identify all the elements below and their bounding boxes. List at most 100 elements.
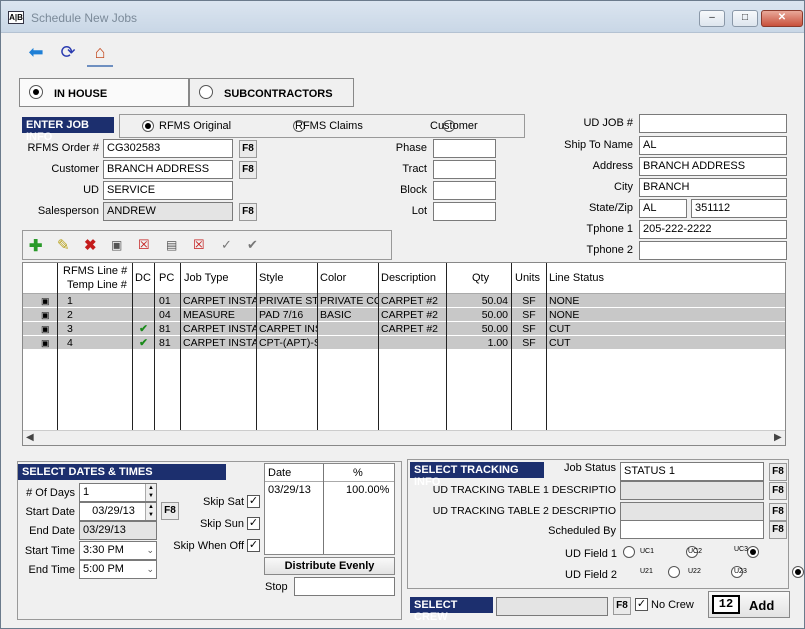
skip-sat-checkbox[interactable]: ✓	[247, 495, 260, 508]
untag-icon[interactable]: ☒	[138, 237, 150, 253]
ud-tracking2-input[interactable]	[620, 502, 764, 521]
cell-description: CARPET #2	[381, 295, 438, 307]
job-status-input[interactable]: STATUS 1	[620, 462, 764, 481]
distribute-evenly-button[interactable]: Distribute Evenly	[264, 557, 395, 575]
subcontractors-radio[interactable]	[199, 85, 213, 99]
customer-f8-button[interactable]: F8	[239, 161, 257, 179]
cell-pc: 01	[159, 295, 171, 307]
customer-input[interactable]: BRANCH ADDRESS	[103, 160, 233, 179]
tab-subcontractors[interactable]: SUBCONTRACTORS	[189, 78, 354, 107]
zip-input[interactable]: 351112	[691, 199, 787, 218]
tphone2-input[interactable]	[639, 241, 787, 260]
start-date-spinner[interactable]: ▲ ▼	[145, 503, 156, 520]
add-button[interactable]: 12 Add	[708, 591, 790, 618]
salesperson-input[interactable]: ANDREW	[103, 202, 233, 221]
tract-input[interactable]	[433, 160, 496, 179]
table-row[interactable]: ▣ 2 04 MEASURE PAD 7/16 BASIC CARPET #2 50.00 SF…	[23, 308, 785, 322]
check-all-icon[interactable]: ✔	[247, 237, 258, 253]
num-days-spinner[interactable]: ▲ ▼	[145, 484, 156, 501]
lot-input[interactable]	[433, 202, 496, 221]
cell-status: NONE	[549, 295, 580, 307]
ud-field2-option3-radio[interactable]	[792, 566, 805, 578]
source-options-panel: RFMS Original RFMS Claims Customer	[119, 114, 525, 138]
num-days-value: 1	[83, 486, 90, 498]
end-time-select[interactable]: 5:00 PM ⌄	[79, 560, 157, 579]
delete-line-icon[interactable]: ✖	[84, 236, 97, 254]
cell-qty: 50.00	[481, 323, 508, 335]
col-style: Style	[259, 272, 284, 284]
rfms-original-radio[interactable]	[142, 120, 154, 132]
stop-input[interactable]	[294, 577, 395, 596]
crew-input[interactable]	[496, 597, 608, 616]
job-status-f8-button[interactable]: F8	[769, 463, 787, 481]
table-row[interactable]: ▣ 3 ✔ 81 CARPET INSTA CARPET INS CARPET #2 50.0…	[23, 322, 785, 336]
untag-all-icon[interactable]: ☒	[193, 237, 205, 253]
scroll-left-icon[interactable]: ◀	[26, 432, 34, 443]
in-house-radio[interactable]	[29, 85, 43, 99]
num-days-input[interactable]: 1 ▲ ▼	[79, 483, 157, 502]
chevron-down-icon[interactable]: ⌄	[146, 542, 154, 559]
ship-to-input[interactable]: AL	[639, 136, 787, 155]
start-time-select[interactable]: 3:30 PM ⌄	[79, 541, 157, 560]
tab-in-house[interactable]: IN HOUSE	[19, 78, 189, 107]
home-icon[interactable]: ⌂	[89, 41, 111, 63]
horizontal-scrollbar[interactable]: ◀ ▶	[23, 430, 785, 445]
block-input[interactable]	[433, 181, 496, 200]
row-tag-icon[interactable]: ▣	[41, 308, 50, 322]
ud-tracking1-f8-button[interactable]: F8	[769, 482, 787, 500]
refresh-icon[interactable]: ⟳	[57, 41, 79, 63]
state-input[interactable]: AL	[639, 199, 687, 218]
cell-job-type: MEASURE	[183, 309, 235, 321]
skip-sun-checkbox[interactable]: ✓	[247, 517, 260, 530]
table-row[interactable]: ▣ 4 ✔ 81 CARPET INSTA CPT-(APT)-S 1.00 SF CUT	[23, 336, 785, 350]
col-pc: PC	[159, 272, 175, 284]
cell-pc: 04	[159, 309, 171, 321]
tphone1-input[interactable]: 205-222-2222	[639, 220, 787, 239]
row-tag-icon[interactable]: ▣	[41, 336, 50, 350]
check-icon[interactable]: ✓	[221, 237, 232, 253]
rfms-order-f8-button[interactable]: F8	[239, 140, 257, 158]
distribution-table-header: Date %	[265, 464, 394, 482]
salesperson-f8-button[interactable]: F8	[239, 203, 257, 221]
address-input[interactable]: BRANCH ADDRESS	[639, 157, 787, 176]
scheduled-by-label: Scheduled By	[548, 525, 616, 537]
end-date-input[interactable]: 03/29/13	[79, 521, 157, 540]
ud-field1-option1-radio[interactable]	[623, 546, 635, 558]
rfms-order-input[interactable]: CG302583	[103, 139, 233, 158]
minimize-button[interactable]: –	[699, 10, 725, 27]
ud-tracking1-input[interactable]	[620, 481, 764, 500]
ud-input[interactable]: SERVICE	[103, 181, 233, 200]
scroll-right-icon[interactable]: ▶	[774, 432, 782, 443]
city-label: City	[614, 181, 633, 193]
maximize-button[interactable]: □	[732, 10, 758, 27]
dist-divider	[323, 464, 324, 554]
scheduled-by-f8-button[interactable]: F8	[769, 521, 787, 539]
table-row[interactable]: ▣ 1 01 CARPET INSTA PRIVATE ST PRIVATE CO CARP…	[23, 294, 785, 308]
cell-job-type: CARPET INSTA	[183, 295, 256, 307]
close-button[interactable]: ✕	[761, 10, 803, 27]
skip-when-off-checkbox[interactable]: ✓	[247, 539, 260, 552]
chevron-down-icon[interactable]: ⌄	[146, 561, 154, 578]
ud-field2-option2-label: U22	[688, 568, 701, 575]
ud-field1-option2-label: UC2	[688, 548, 703, 555]
scheduled-by-input[interactable]	[620, 520, 764, 539]
col-description: Description	[381, 272, 437, 284]
tag-icon[interactable]: ▣	[111, 238, 122, 252]
back-arrow-icon[interactable]: ⬅	[25, 41, 47, 63]
city-input[interactable]: BRANCH	[639, 178, 787, 197]
phase-input[interactable]	[433, 139, 496, 158]
edit-line-icon[interactable]: ✎	[57, 236, 70, 254]
ud-job-input[interactable]	[639, 114, 787, 133]
row-tag-icon[interactable]: ▣	[41, 322, 50, 336]
row-tag-icon[interactable]: ▣	[41, 294, 50, 308]
end-time-label: End Time	[28, 564, 75, 576]
crew-f8-button[interactable]: F8	[613, 597, 631, 615]
ud-tracking2-f8-button[interactable]: F8	[769, 503, 787, 521]
start-date-input[interactable]: 03/29/13 ▲ ▼	[79, 502, 157, 521]
num-days-label: # Of Days	[26, 487, 75, 499]
cell-pc: 81	[159, 323, 171, 335]
add-line-icon[interactable]: ✚	[29, 236, 42, 256]
no-crew-checkbox[interactable]: ✓	[635, 598, 648, 611]
tag-all-icon[interactable]: ▤	[166, 238, 177, 252]
dist-row-pct: 100.00%	[346, 484, 390, 496]
